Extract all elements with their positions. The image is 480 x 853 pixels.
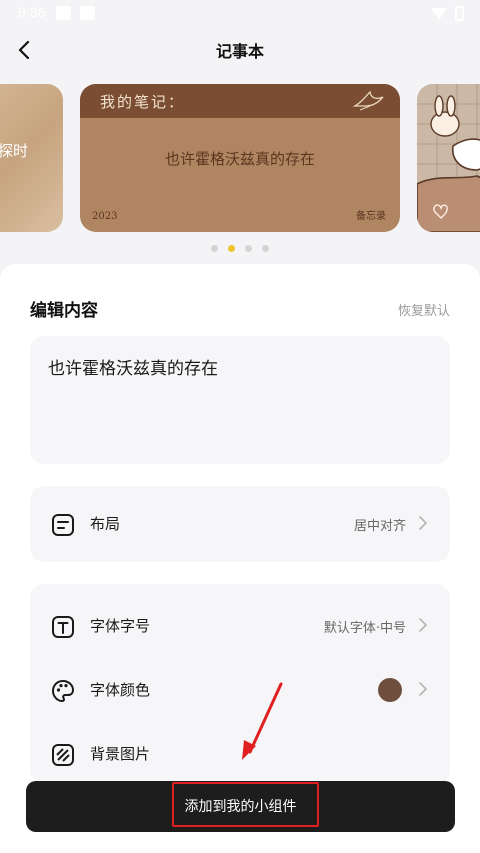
font-value: 默认字体·中号 xyxy=(323,621,406,636)
layout-value: 居中对齐 xyxy=(353,519,406,534)
section-title: 编辑内容 xyxy=(30,301,98,321)
image-icon xyxy=(52,744,74,766)
color-swatch[interactable] xyxy=(378,678,402,702)
notification-icon xyxy=(56,6,71,20)
add-widget-button[interactable]: 添加到我的小组件 xyxy=(26,781,455,832)
pagination-dot[interactable] xyxy=(211,245,218,252)
card-text: 探时 xyxy=(0,142,29,160)
card-signature: 备忘录 xyxy=(356,211,386,222)
pagination-dot-active[interactable] xyxy=(228,245,235,252)
background-image-label: 背景图片 xyxy=(90,745,151,763)
layout-section: 布局 居中对齐 xyxy=(30,486,450,562)
card-header: 我的笔记： xyxy=(80,84,400,118)
font-row[interactable]: 字体字号 默认字体·中号 xyxy=(30,594,450,658)
widget-card-right[interactable] xyxy=(417,84,480,232)
edit-sheet: 编辑内容 恢复默认 也许霍格沃兹真的存在 布局 居中对齐 字体字号 默认字体·中… xyxy=(0,264,480,853)
notification-icon xyxy=(80,6,95,20)
palette-icon xyxy=(51,679,75,703)
font-label: 字体字号 xyxy=(90,617,151,635)
widget-card-selected[interactable]: 我的笔记： 也许霍格沃兹真的存在 2023 备忘录 xyxy=(80,84,400,232)
pagination-dot[interactable] xyxy=(245,245,252,252)
battery-icon xyxy=(455,6,464,21)
card-year: 2023 xyxy=(92,211,118,222)
chevron-right-icon xyxy=(419,618,427,632)
status-time: 9:36 xyxy=(18,4,46,20)
font-color-row[interactable]: 字体颜色 xyxy=(30,658,450,722)
header: 记事本 xyxy=(0,30,480,70)
font-color-label: 字体颜色 xyxy=(90,681,151,699)
status-icons xyxy=(431,6,464,21)
card-note-text: 也许霍格沃兹真的存在 xyxy=(164,150,315,168)
carousel-pagination xyxy=(0,245,480,252)
layout-icon xyxy=(52,514,74,536)
status-bar: 9:36 xyxy=(0,0,480,28)
widget-card-left[interactable]: 探时 xyxy=(0,84,63,232)
pagination-dot[interactable] xyxy=(262,245,269,252)
widget-carousel[interactable]: 探时 我的笔记： 也许霍格沃兹真的存在 2023 备忘录 xyxy=(0,84,480,234)
layout-label: 布局 xyxy=(90,515,121,533)
chevron-right-icon xyxy=(419,682,427,696)
bird-icon xyxy=(352,90,384,111)
chevron-right-icon xyxy=(419,516,427,530)
bunny-illustration-icon xyxy=(417,84,480,232)
content-text-field[interactable]: 也许霍格沃兹真的存在 xyxy=(30,336,450,464)
wifi-icon xyxy=(431,7,447,20)
card-title: 我的笔记： xyxy=(100,93,186,111)
add-widget-button-label: 添加到我的小组件 xyxy=(184,799,297,815)
background-image-row[interactable]: 背景图片 xyxy=(30,722,450,786)
page-title: 记事本 xyxy=(215,42,264,61)
layout-row[interactable]: 布局 居中对齐 xyxy=(30,492,450,556)
font-section: 字体字号 默认字体·中号 字体颜色 背景图片 xyxy=(30,584,450,784)
restore-default-button[interactable]: 恢复默认 xyxy=(398,300,450,319)
font-icon xyxy=(52,616,74,638)
